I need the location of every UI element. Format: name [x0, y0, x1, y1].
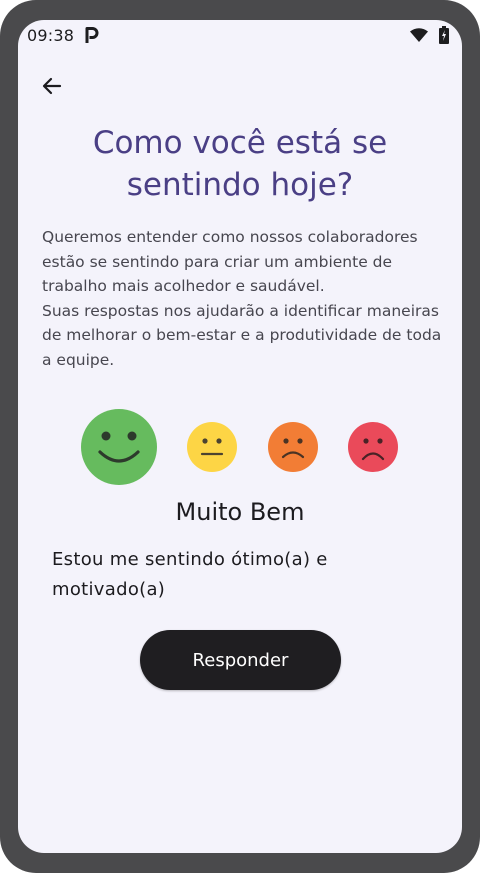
- page-description: Queremos entender como nossos colaborado…: [42, 228, 442, 369]
- selected-mood-description: Estou me sentindo ótimo(a) e motivado(a): [52, 549, 328, 600]
- device-frame: 09:38 Como você está se sentindo hoje? Q…: [0, 0, 480, 873]
- status-bar: 09:38: [18, 20, 462, 52]
- mood-option-mal[interactable]: [268, 422, 318, 472]
- status-time: 09:38: [27, 26, 75, 45]
- battery-charging-icon: [439, 26, 449, 44]
- submit-button[interactable]: Responder: [140, 630, 341, 690]
- mood-option-muito-mal[interactable]: [348, 422, 398, 472]
- arrow-left-icon: [42, 77, 62, 95]
- selected-mood-label: Muito Bem: [175, 498, 305, 526]
- mood-selector: [18, 408, 462, 488]
- wifi-icon: [410, 28, 428, 42]
- screen: 09:38 Como você está se sentindo hoje? Q…: [18, 20, 462, 853]
- mood-option-neutro[interactable]: [187, 422, 237, 472]
- back-button[interactable]: [36, 70, 68, 102]
- parking-p-icon: [85, 27, 99, 43]
- page-title: Como você está se sentindo hoje?: [92, 125, 388, 203]
- mood-option-muito-bem[interactable]: [80, 408, 158, 486]
